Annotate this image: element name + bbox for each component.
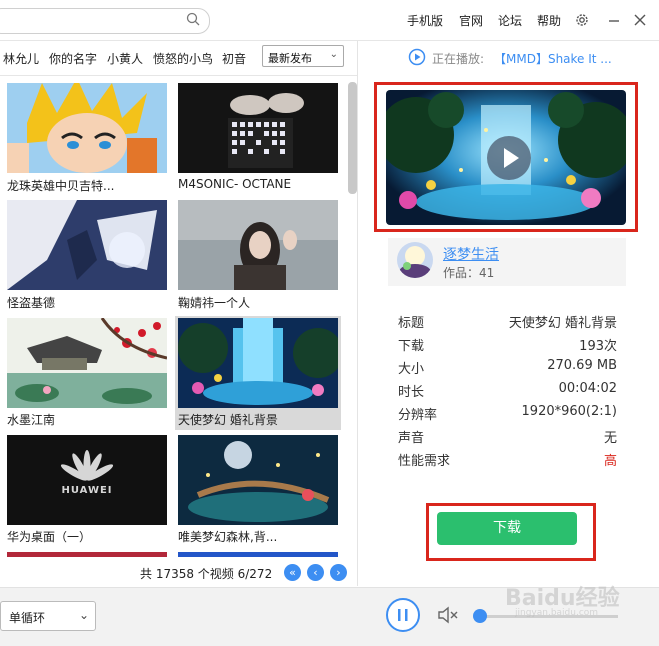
prev-page-button[interactable]: ‹ (307, 564, 324, 581)
now-playing-title[interactable]: 【MMD】Shake It ... (494, 50, 612, 67)
sort-dropdown[interactable]: 最新发布 ⌄ (262, 45, 344, 67)
avatar[interactable] (397, 242, 433, 278)
now-playing-label: 正在播放: (432, 52, 485, 66)
video-thumbnail-partial[interactable] (178, 552, 338, 557)
search-icon[interactable] (186, 12, 200, 26)
pause-button[interactable] (386, 598, 420, 632)
detail-value: 1920*960(2:1) (521, 404, 617, 419)
detail-label: 性能需求 (398, 454, 451, 469)
scrollbar-thumb[interactable] (348, 82, 357, 194)
chevron-down-icon: ⌄ (78, 608, 89, 622)
video-thumbnail[interactable] (7, 200, 167, 290)
search-input[interactable] (0, 8, 210, 34)
video-thumbnail[interactable] (178, 435, 338, 525)
panel-divider (357, 41, 358, 586)
category-tag[interactable]: 小黄人 (107, 50, 143, 67)
video-thumbnail[interactable] (178, 83, 338, 173)
category-tag[interactable]: 初音 (222, 50, 246, 67)
next-page-button[interactable]: › (330, 564, 347, 581)
now-playing-icon (408, 48, 426, 66)
chevron-down-icon: ⌄ (329, 49, 338, 60)
highlight-box-preview (374, 82, 638, 232)
video-thumbnail[interactable] (7, 83, 167, 173)
video-thumbnail[interactable] (178, 318, 338, 408)
detail-label: 大小 (398, 362, 425, 377)
loop-mode-label: 单循环 (9, 611, 46, 625)
video-title[interactable]: 华为桌面（一） (7, 528, 167, 545)
volume-slider-handle[interactable] (473, 609, 487, 623)
loop-mode-dropdown[interactable]: 单循环 ⌄ (0, 601, 96, 631)
minimize-icon[interactable] (606, 12, 622, 28)
detail-value: 00:04:02 (558, 381, 617, 396)
sort-selected-label: 最新发布 (268, 52, 312, 65)
video-thumbnail[interactable]: HUAWEI (7, 435, 167, 525)
official-site-link[interactable]: 官网 (459, 12, 483, 29)
video-title[interactable]: 天使梦幻 婚礼背景 (178, 411, 338, 428)
detail-value: 无 (603, 431, 617, 446)
detail-value: 270.69 MB (547, 358, 617, 373)
detail-label: 下载 (398, 339, 425, 354)
detail-value: 天使梦幻 婚礼背景 (508, 316, 617, 331)
category-tag[interactable]: 你的名字 (49, 50, 97, 67)
watermark-url: jingyan.baidu.com (515, 608, 599, 618)
video-title[interactable]: M4SONIC- OCTANE (178, 177, 338, 191)
video-thumbnail-partial[interactable] (7, 552, 167, 557)
pause-icon (398, 609, 408, 621)
first-page-button[interactable]: « (284, 564, 301, 581)
mute-icon[interactable] (437, 605, 459, 625)
detail-label: 分辨率 (398, 408, 438, 423)
highlight-box-download (426, 503, 596, 561)
help-link[interactable]: 帮助 (537, 12, 561, 29)
watermark: Baidu经验 jingyan.baidu.com (505, 574, 645, 634)
performance-requirement-value: 高 (603, 454, 617, 469)
detail-label: 标题 (398, 316, 425, 331)
video-title[interactable]: 怪盗基德 (7, 294, 167, 311)
huawei-logo-text: HUAWEI (61, 485, 113, 496)
author-name-link[interactable]: 逐梦生活 (443, 244, 499, 264)
detail-value: 193次 (579, 339, 617, 354)
video-thumbnail[interactable] (7, 318, 167, 408)
video-title[interactable]: 龙珠英雄中贝吉特... (7, 177, 167, 194)
category-tag[interactable]: 林允儿 (3, 50, 39, 67)
author-works-count: 作品：41 (443, 266, 495, 280)
video-title[interactable]: 鞠婧祎一个人 (178, 294, 338, 311)
forum-link[interactable]: 论坛 (498, 12, 522, 29)
detail-label: 时长 (398, 385, 425, 400)
close-icon[interactable] (632, 12, 648, 28)
mobile-link[interactable]: 手机版 (407, 12, 443, 29)
detail-label: 声音 (398, 431, 425, 446)
video-title[interactable]: 唯美梦幻森林,背... (178, 528, 338, 545)
category-tag[interactable]: 愤怒的小鸟 (153, 50, 213, 67)
pagination-summary: 共 17358 个视频 6/272 (140, 567, 273, 581)
gear-icon[interactable] (574, 12, 590, 28)
video-thumbnail[interactable] (178, 200, 338, 290)
video-title[interactable]: 水墨江南 (7, 411, 167, 428)
